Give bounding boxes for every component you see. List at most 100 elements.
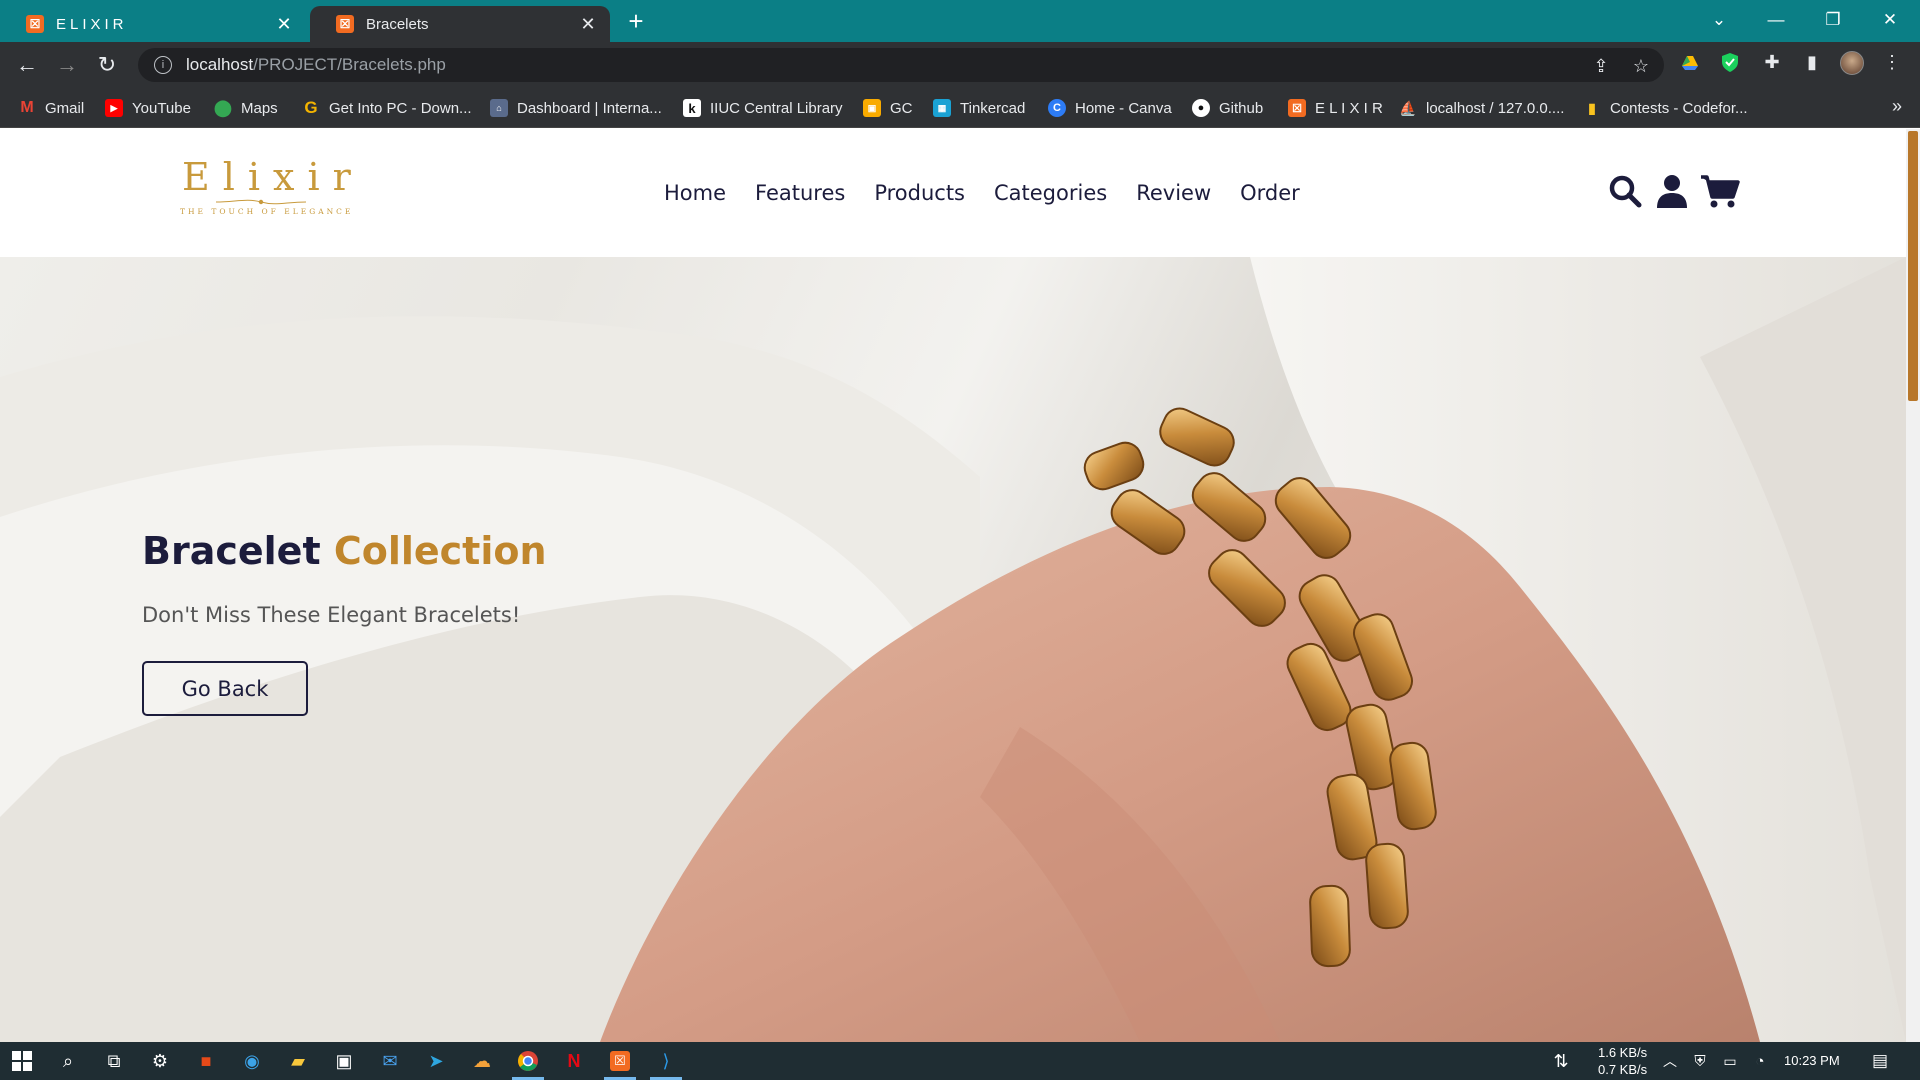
edge-icon[interactable]: ◉ (230, 1042, 274, 1080)
codeforces-icon: ▮ (1588, 99, 1596, 116)
url-path: /PROJECT/Bracelets.php (253, 55, 446, 74)
profile-avatar[interactable] (1840, 51, 1864, 75)
tab-bracelets[interactable]: ☒ Bracelets ✕ (310, 6, 610, 42)
scrollbar-thumb[interactable] (1908, 131, 1918, 401)
store-icon[interactable]: ▣ (322, 1042, 366, 1080)
bookmark-label: Dashboard | Interna... (517, 99, 662, 117)
search-icon[interactable] (1607, 173, 1643, 209)
forward-button[interactable]: → (52, 50, 82, 80)
xampp-icon: ☒ (26, 15, 44, 33)
hero-title: Bracelet Collection (142, 529, 547, 573)
site-logo[interactable]: Elixir THE TOUCH OF ELEGANCE (178, 151, 351, 221)
phpmyadmin-icon: ⛵ (1399, 99, 1417, 116)
main-nav: Home Features Products Categories Review… (664, 181, 1300, 205)
tinkercad-icon: ▦ (933, 99, 951, 117)
youtube-icon: ▶ (105, 99, 123, 117)
task-view-icon[interactable]: ⧉ (92, 1042, 136, 1080)
bookmark-phpmyadmin[interactable]: ⛵ localhost / 127.0.0.... (1399, 97, 1564, 119)
nav-review[interactable]: Review (1136, 181, 1211, 205)
mail-icon[interactable]: ✉ (368, 1042, 412, 1080)
cart-icon[interactable] (1700, 173, 1740, 209)
logo-wordmark: Elixir (182, 155, 364, 199)
share-icon[interactable]: ⇪ (1590, 55, 1612, 77)
tab-elixir[interactable]: ☒ ELIXIR ✕ (0, 6, 306, 42)
extension-drive-icon[interactable] (1678, 50, 1702, 74)
tab-title: ELIXIR (56, 15, 128, 33)
go-back-button[interactable]: Go Back (142, 661, 308, 716)
info-icon[interactable]: i (154, 56, 172, 74)
bookmark-youtube[interactable]: ▶ YouTube (105, 97, 191, 119)
getintopc-icon: G (304, 98, 318, 117)
bookmark-maps[interactable]: ⬤ Maps (214, 97, 278, 119)
side-panel-icon[interactable]: ▮ (1800, 50, 1824, 74)
bookmark-label: YouTube (132, 99, 191, 117)
chrome-icon[interactable] (506, 1042, 550, 1080)
bookmark-label: IIUC Central Library (710, 99, 843, 117)
network-speed-icon: ⇅ (1553, 1050, 1569, 1071)
hero-section: Bracelet Collection Don't Miss These Ele… (0, 257, 1906, 1042)
nav-home[interactable]: Home (664, 181, 726, 205)
cloud-icon[interactable]: ☁ (460, 1042, 504, 1080)
settings-gear-icon[interactable]: ⚙ (138, 1042, 182, 1080)
bookmark-elixir[interactable]: ☒ E L I X I R (1288, 97, 1383, 119)
url-host: localhost (186, 55, 254, 74)
nav-features[interactable]: Features (755, 181, 845, 205)
restore-button[interactable]: ❐ (1810, 0, 1856, 40)
library-icon: k (683, 99, 701, 117)
bookmark-gc[interactable]: ▣ GC (863, 97, 913, 119)
menu-kebab-icon[interactable]: ⋮ (1880, 50, 1904, 74)
bookmark-codeforces[interactable]: ▮ Contests - Codefor... (1583, 97, 1748, 119)
back-button[interactable]: ← (12, 50, 42, 80)
nav-categories[interactable]: Categories (994, 181, 1107, 205)
minimize-button[interactable]: — (1753, 0, 1799, 40)
defender-shield-icon[interactable]: ⛨ (1686, 1042, 1714, 1080)
file-explorer-icon[interactable]: ▰ (276, 1042, 320, 1080)
start-windows-icon[interactable] (0, 1042, 44, 1080)
tab-search-icon[interactable]: ⌄ (1696, 0, 1742, 40)
bookmark-label: Maps (241, 99, 278, 117)
bookmark-label: Contests - Codefor... (1610, 99, 1748, 117)
netflix-icon[interactable]: N (552, 1042, 596, 1080)
search-icon[interactable]: ⌕ (46, 1042, 90, 1080)
telegram-icon[interactable]: ➤ (414, 1042, 458, 1080)
chevron-up-icon[interactable]: ︿ (1656, 1042, 1684, 1080)
hero-subtitle: Don't Miss These Elegant Bracelets! (142, 603, 521, 627)
bookmark-label: Home - Canva (1075, 99, 1172, 117)
address-bar[interactable]: i localhost/PROJECT/Bracelets.php ⇪ ☆ (138, 48, 1664, 82)
canva-icon: C (1048, 99, 1066, 117)
bookmark-star-icon[interactable]: ☆ (1630, 55, 1652, 77)
bookmark-label: Get Into PC - Down... (329, 99, 472, 117)
download-speed: 1.6 KB/s (1598, 1045, 1648, 1060)
bookmark-getintopc[interactable]: G Get Into PC - Down... (302, 97, 472, 119)
wifi-icon[interactable]: ◔ (1746, 1042, 1774, 1080)
xampp-icon[interactable]: ☒ (598, 1042, 642, 1080)
bookmark-label: Gmail (45, 99, 85, 117)
user-icon[interactable] (1654, 173, 1690, 209)
hero-bracelet-image (0, 257, 1906, 1042)
nav-order[interactable]: Order (1240, 181, 1300, 205)
close-window-button[interactable]: ✕ (1867, 0, 1913, 40)
bookmark-gmail[interactable]: M Gmail (18, 97, 84, 119)
new-tab-button[interactable]: + (620, 6, 652, 38)
nav-products[interactable]: Products (874, 181, 965, 205)
bookmark-library[interactable]: k IIUC Central Library (683, 97, 843, 119)
extensions-puzzle-icon[interactable]: ✚ (1760, 50, 1784, 74)
reload-button[interactable]: ↻ (92, 50, 122, 80)
battery-icon[interactable]: ▭ (1716, 1042, 1744, 1080)
notification-icon[interactable]: ▤ (1860, 1042, 1900, 1080)
bookmark-canva[interactable]: C Home - Canva (1048, 97, 1172, 119)
bookmark-label: GC (890, 99, 913, 117)
bookmark-github[interactable]: ● Github (1192, 97, 1263, 119)
bookmarks-overflow-icon[interactable]: » (1892, 96, 1902, 117)
shield-icon[interactable] (1718, 50, 1742, 74)
hero-title-main: Bracelet (142, 529, 321, 573)
bookmark-dashboard[interactable]: ⌂ Dashboard | Interna... (490, 97, 662, 119)
clock-time[interactable]: 10:23 PM (1784, 1053, 1840, 1068)
xampp-icon: ☒ (336, 15, 354, 33)
close-icon[interactable]: ✕ (578, 14, 598, 35)
close-icon[interactable]: ✕ (274, 14, 294, 35)
office-icon[interactable]: ■ (184, 1042, 228, 1080)
bookmark-tinkercad[interactable]: ▦ Tinkercad (933, 97, 1025, 119)
tab-strip: ☒ ELIXIR ✕ ☒ Bracelets ✕ + ⌄ — ❐ ✕ (0, 0, 1920, 42)
vscode-icon[interactable]: ⟩ (644, 1042, 688, 1080)
